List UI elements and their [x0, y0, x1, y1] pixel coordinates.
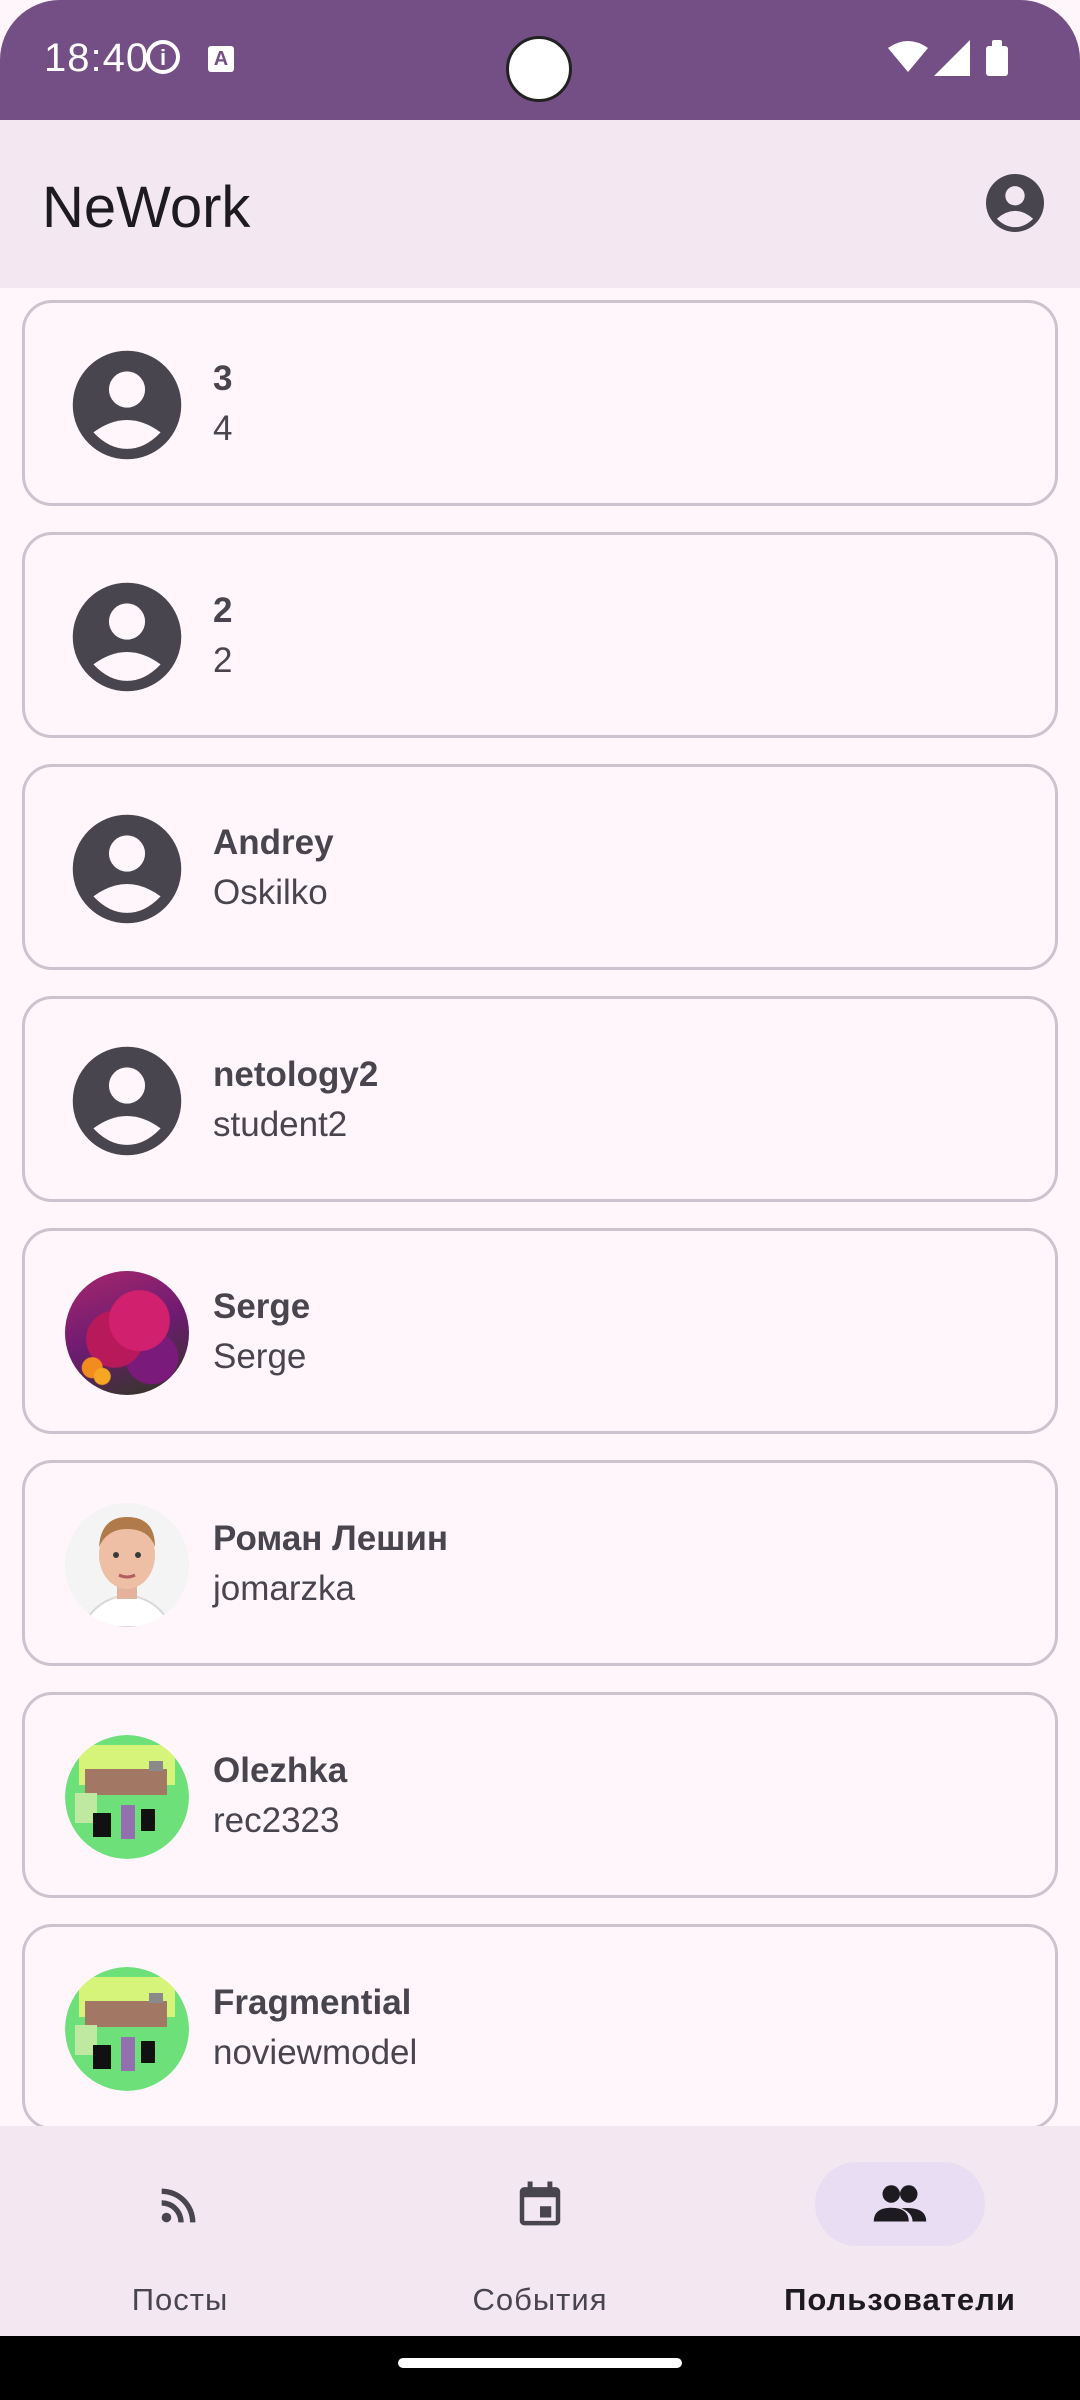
users-list[interactable]: 3 4 2 2 Andrey Oskilko netology2 student… [0, 300, 1080, 2126]
user-card[interactable]: netology2 student2 [22, 996, 1058, 1202]
user-login: rec2323 [213, 1801, 340, 1840]
wifi-icon [888, 41, 928, 72]
default-avatar-icon [65, 807, 189, 931]
user-card[interactable]: Olezhka rec2323 [22, 1692, 1058, 1898]
signal-icon [934, 40, 970, 76]
nav-label: Посты [131, 2282, 229, 2317]
user-name: 2 [213, 591, 233, 630]
nav-item-users[interactable]: Пользователи [720, 2126, 1080, 2336]
user-name: 3 [213, 359, 233, 398]
top-app-bar: NeWork [0, 120, 1080, 288]
status-time: 18:40 [44, 36, 150, 80]
default-avatar-icon [65, 1039, 189, 1163]
account-circle-icon[interactable] [986, 174, 1044, 232]
user-login: 2 [213, 641, 233, 680]
user-card[interactable]: Serge Serge [22, 1228, 1058, 1434]
default-avatar-icon [65, 343, 189, 467]
default-avatar-icon [65, 575, 189, 699]
user-name: Роман Лешин [213, 1519, 449, 1558]
user-avatar-image [65, 1967, 189, 2091]
user-card[interactable]: 2 2 [22, 532, 1058, 738]
user-card[interactable]: 3 4 [22, 300, 1058, 506]
user-login: jomarzka [213, 1569, 355, 1608]
user-avatar-image [65, 1271, 189, 1395]
user-name: Olezhka [213, 1751, 348, 1790]
user-login: student2 [213, 1105, 348, 1144]
user-login: noviewmodel [213, 2033, 418, 2072]
app-title: NeWork [42, 175, 251, 240]
nav-indicator-active [815, 2162, 985, 2246]
nav-label: События [472, 2282, 608, 2317]
user-avatar-image [65, 1503, 189, 1627]
system-nav-bar [0, 2336, 1080, 2400]
info-icon: i [146, 40, 180, 74]
gesture-handle[interactable] [398, 2358, 682, 2368]
user-name: Fragmential [213, 1983, 412, 2022]
user-name: Andrey [213, 823, 334, 862]
user-card[interactable]: Andrey Oskilko [22, 764, 1058, 970]
user-name: netology2 [213, 1055, 379, 1094]
camera-cutout [506, 36, 572, 102]
battery-icon [986, 40, 1008, 76]
nav-indicator [95, 2162, 265, 2246]
nav-item-posts[interactable]: Посты [0, 2126, 360, 2336]
nav-label: Пользователи [784, 2282, 1016, 2317]
status-bar: 18:40 i A [0, 0, 1080, 120]
user-login: Oskilko [213, 873, 328, 912]
user-avatar-image [65, 1735, 189, 1859]
user-card[interactable]: Fragmential noviewmodel [22, 1924, 1058, 2126]
user-card[interactable]: Роман Лешин jomarzka [22, 1460, 1058, 1666]
nav-indicator [455, 2162, 625, 2246]
user-login: 4 [213, 409, 233, 448]
user-name: Serge [213, 1287, 311, 1326]
nav-item-events[interactable]: События [360, 2126, 720, 2336]
user-login: Serge [213, 1337, 307, 1376]
keyboard-a-icon: A [208, 46, 234, 72]
bottom-navigation: Посты События Пользователи [0, 2126, 1080, 2336]
rss-feed-icon [161, 2188, 196, 2223]
calendar-event-icon [519, 2181, 561, 2226]
people-icon [873, 2185, 927, 2222]
